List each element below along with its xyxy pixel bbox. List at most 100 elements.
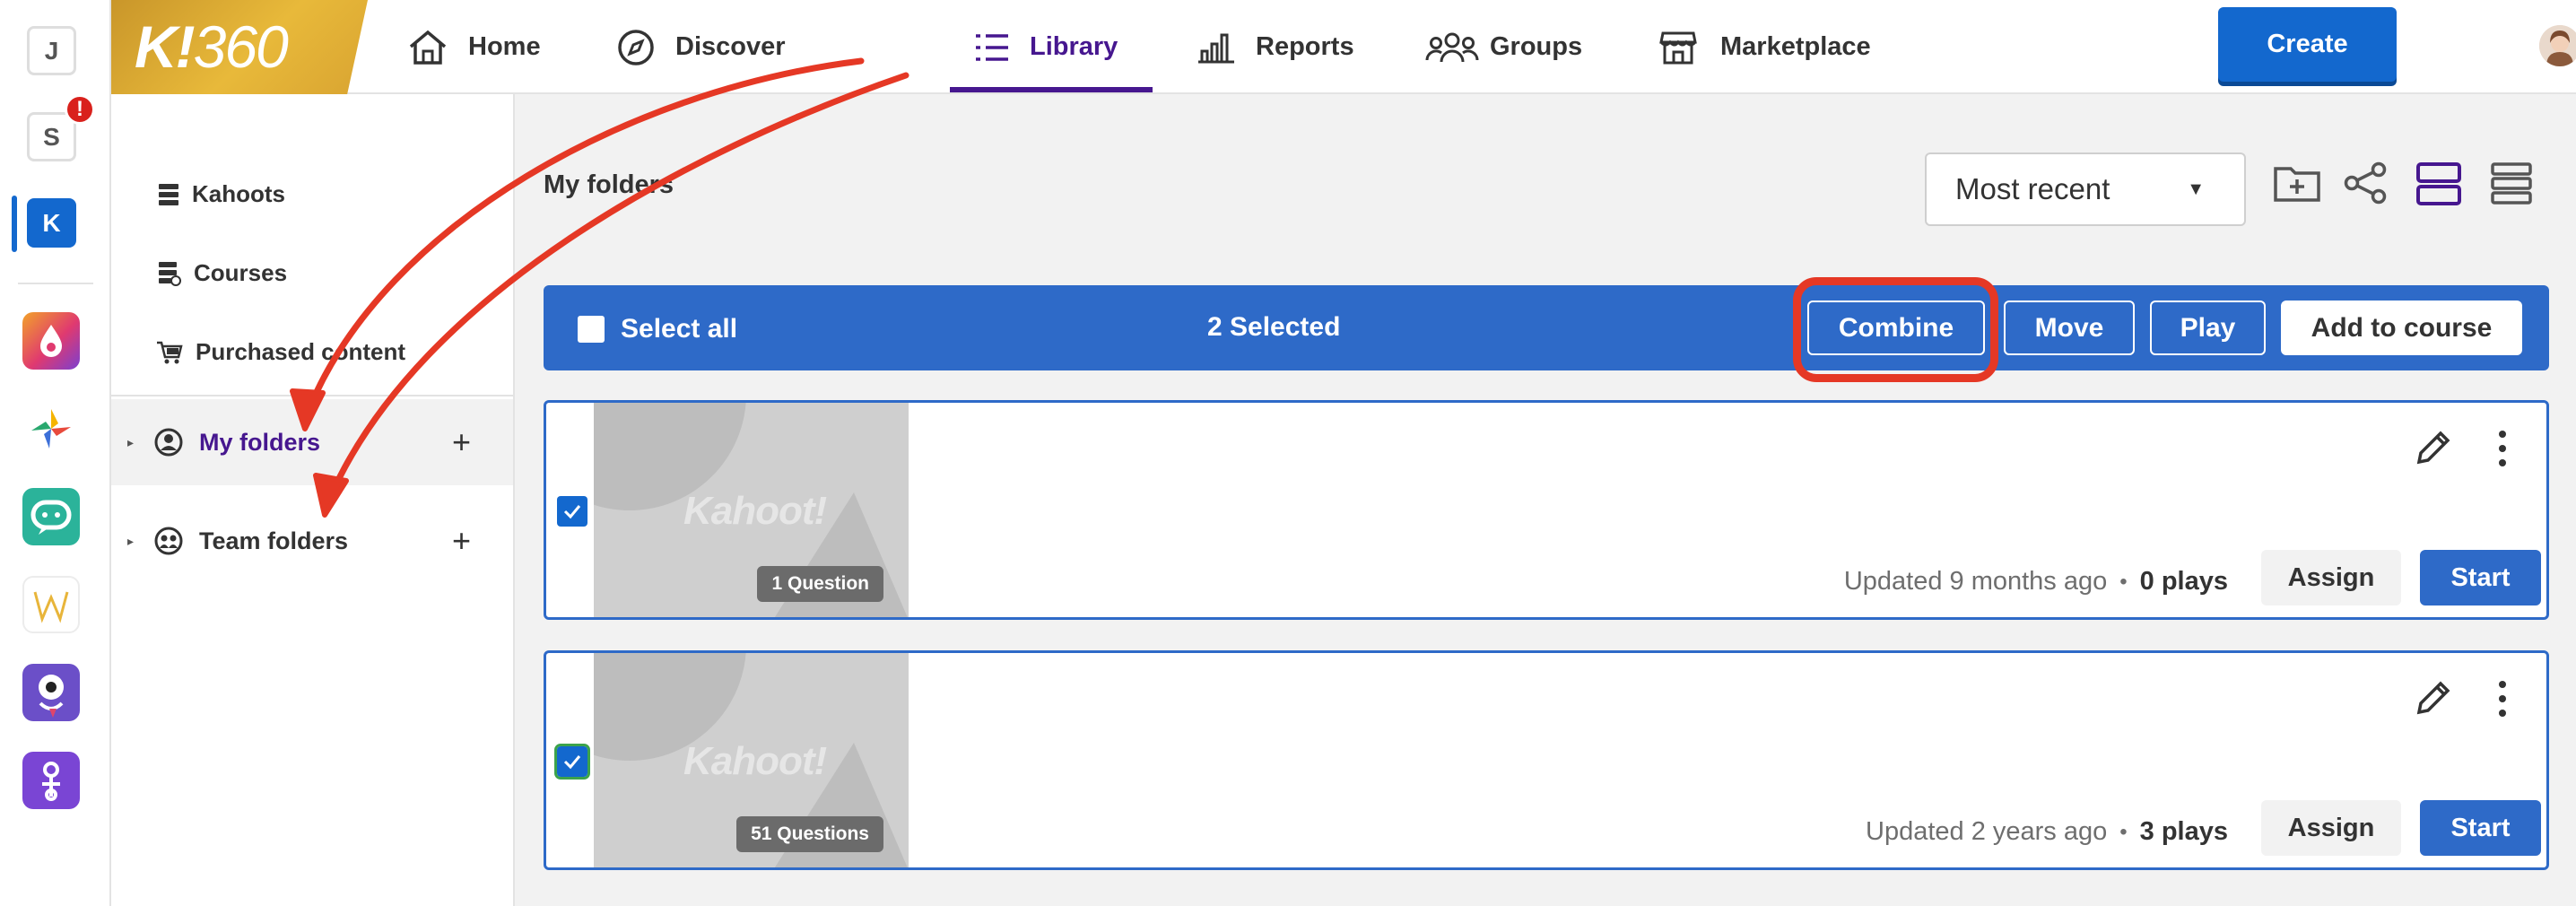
more-options-icon[interactable]: [2496, 428, 2509, 469]
create-button[interactable]: Create: [2218, 7, 2397, 82]
select-all-label: Select all: [621, 314, 738, 344]
sidebar-divider: [111, 395, 513, 396]
workspace-s-label: S: [43, 122, 60, 151]
start-button[interactable]: Start: [2420, 800, 2541, 856]
add-to-course-button[interactable]: Add to course: [2281, 301, 2522, 355]
kahoot-thumbnail[interactable]: Kahoot! 1 Question: [594, 403, 909, 617]
more-options-icon[interactable]: [2496, 678, 2509, 719]
move-button[interactable]: Move: [2004, 301, 2135, 355]
workspace-rail: J S ! K: [0, 0, 111, 906]
selection-bar: Select all 2 Selected Combine Move Play …: [544, 285, 2549, 370]
list-view-button[interactable]: [2490, 161, 2533, 206]
new-folder-button[interactable]: [2273, 161, 2321, 203]
workspace-k[interactable]: K: [27, 198, 76, 248]
compass-icon: [618, 29, 654, 65]
nav-groups[interactable]: Groups: [1425, 0, 1582, 94]
question-count-badge: 51 Questions: [736, 816, 883, 852]
card-checkbox[interactable]: [557, 496, 587, 527]
sidebar-item-kahoots-label: Kahoots: [192, 180, 285, 207]
workspace-k-label: K: [42, 208, 61, 237]
top-navigation-bar: K!360 Home Discover Library Reports Grou…: [111, 0, 2576, 94]
home-icon: [409, 30, 447, 65]
active-nav-underline: [950, 87, 1153, 92]
logo-sub-text: 360: [193, 13, 289, 80]
add-folder-plus-icon[interactable]: +: [452, 522, 471, 560]
nav-marketplace-label: Marketplace: [1720, 32, 1871, 61]
thumbnail-logo: Kahoot!: [683, 489, 827, 533]
stack-icon: [159, 183, 178, 205]
wordle-app-icon[interactable]: [22, 576, 80, 633]
meta-separator: •: [2119, 569, 2128, 594]
sort-dropdown-value: Most recent: [1955, 172, 2110, 205]
nav-home[interactable]: Home: [407, 0, 541, 94]
selected-count: 2 Selected: [1207, 312, 1341, 342]
pencil-icon[interactable]: [2412, 678, 2453, 719]
folder-plus-icon: [2274, 167, 2320, 202]
sidebar-item-purchased[interactable]: Purchased content: [156, 338, 405, 366]
share-icon: [2344, 161, 2387, 205]
puzzle-app-icon[interactable]: [22, 752, 80, 809]
chat-app-icon[interactable]: [22, 488, 80, 545]
sort-dropdown[interactable]: Most recent ▼: [1925, 152, 2246, 226]
sidebar-item-courses-label: Courses: [194, 259, 288, 286]
nav-reports-label: Reports: [1256, 32, 1354, 61]
share-button[interactable]: [2343, 161, 2389, 205]
kahoot-card[interactable]: Kahoot! 51 Questions Updated 2 years ago…: [544, 650, 2549, 870]
card-meta: Updated 2 years ago • 3 plays: [1866, 817, 2228, 847]
combine-button[interactable]: Combine: [1807, 301, 1985, 355]
nav-marketplace[interactable]: Marketplace: [1659, 0, 1871, 94]
list-icon: [976, 33, 1008, 61]
sidebar-item-kahoots[interactable]: Kahoots: [158, 180, 285, 208]
store-icon: [1659, 31, 1697, 64]
updated-text: Updated 2 years ago: [1866, 817, 2108, 846]
kahoot-card[interactable]: Kahoot! 1 Question Updated 9 months ago …: [544, 400, 2549, 620]
assign-button[interactable]: Assign: [2261, 550, 2401, 605]
sidebar-item-courses[interactable]: Courses: [156, 259, 287, 287]
card-view-button[interactable]: [2415, 161, 2462, 206]
kahoot-thumbnail[interactable]: Kahoot! 51 Questions: [594, 653, 909, 867]
question-count-badge: 1 Question: [757, 566, 883, 602]
folder-team-folders-label: Team folders: [199, 527, 349, 554]
nav-discover[interactable]: Discover: [616, 0, 786, 94]
nav-library[interactable]: Library: [974, 0, 1118, 94]
card-meta: Updated 9 months ago • 0 plays: [1844, 567, 2228, 597]
nav-reports[interactable]: Reports: [1197, 0, 1354, 94]
dropdown-arrow-icon: ▼: [2187, 179, 2205, 199]
workspace-j[interactable]: J: [27, 26, 76, 75]
folder-my-folders[interactable]: ▸ My folders +: [111, 399, 513, 485]
card-checkbox[interactable]: [554, 744, 590, 780]
user-circle-icon: [154, 428, 183, 457]
checkbox[interactable]: [578, 316, 605, 343]
team-icon: [154, 527, 183, 555]
kahoot-360-logo[interactable]: K!360: [111, 0, 368, 94]
groups-icon: [1425, 32, 1479, 62]
active-workspace-indicator: [12, 196, 17, 252]
bar-chart-icon: [1198, 33, 1234, 63]
play-button[interactable]: Play: [2150, 301, 2266, 355]
plays-count: 0 plays: [2139, 567, 2228, 596]
updated-text: Updated 9 months ago: [1843, 567, 2108, 596]
monster-app-icon[interactable]: [22, 664, 80, 721]
pencil-icon[interactable]: [2412, 428, 2453, 469]
logo-text: K!360: [135, 13, 289, 81]
nav-library-label: Library: [1030, 32, 1118, 61]
drops-app-icon[interactable]: [22, 312, 80, 370]
plays-count: 3 plays: [2139, 817, 2228, 846]
cart-icon: [157, 341, 183, 363]
folder-team-folders[interactable]: ▸ Team folders +: [111, 498, 513, 584]
pinwheel-app-icon[interactable]: [22, 400, 80, 457]
caret-right-icon[interactable]: ▸: [127, 435, 134, 450]
notification-badge: !: [65, 94, 95, 125]
select-all-checkbox[interactable]: Select all: [578, 314, 737, 344]
nav-groups-label: Groups: [1490, 32, 1583, 61]
page-title: My folders: [544, 170, 674, 199]
courses-icon: [159, 261, 181, 286]
caret-right-icon[interactable]: ▸: [127, 534, 134, 549]
logo-main-text: K!: [135, 13, 196, 80]
sidebar-item-purchased-label: Purchased content: [196, 338, 406, 365]
nav-home-label: Home: [468, 32, 541, 61]
add-folder-plus-icon[interactable]: +: [452, 423, 471, 461]
avatar[interactable]: [2539, 25, 2576, 66]
start-button[interactable]: Start: [2420, 550, 2541, 605]
assign-button[interactable]: Assign: [2261, 800, 2401, 856]
